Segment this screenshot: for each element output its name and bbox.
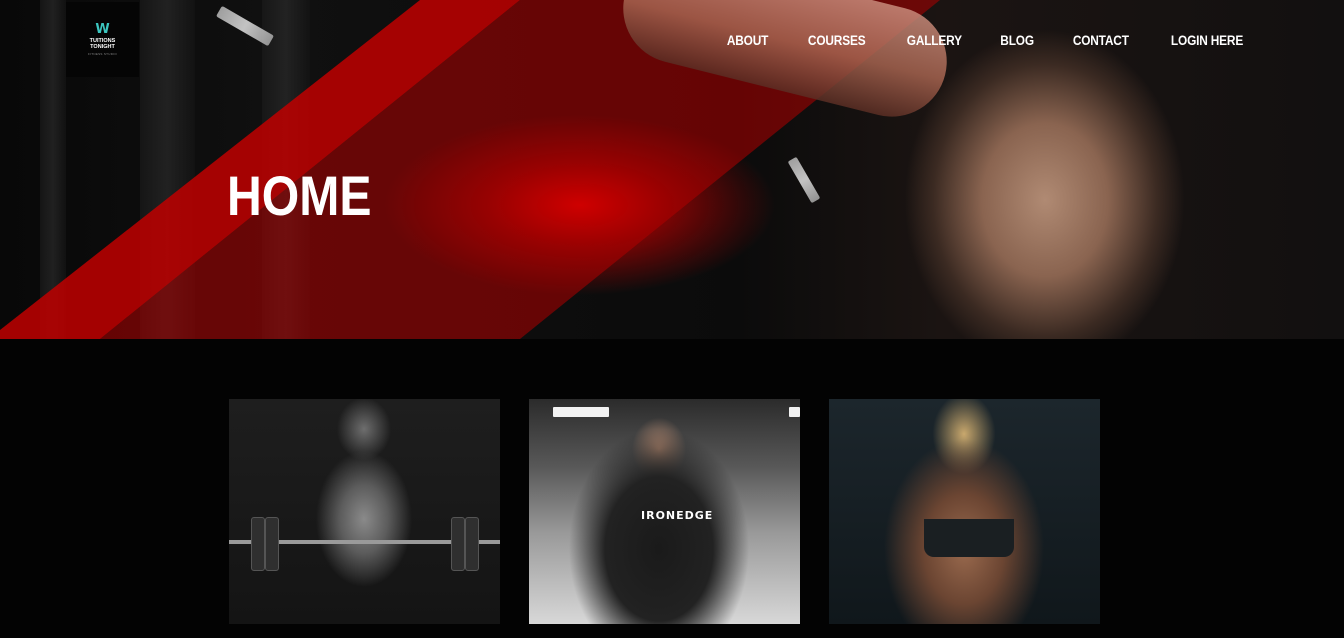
ceiling-light-graphic — [553, 407, 609, 417]
logo-icon: W — [95, 22, 110, 37]
gallery-grid: IRONEDGE — [229, 399, 1100, 624]
nav-item-courses[interactable]: COURSES — [808, 31, 866, 51]
hero-background-light — [787, 156, 821, 204]
shirt-print-text: IRONEDGE — [641, 509, 714, 522]
gallery-image-woman-back[interactable] — [829, 399, 1100, 624]
hero-background-pillar — [140, 0, 195, 339]
sports-bra-graphic — [924, 519, 1014, 557]
nav-item-contact[interactable]: CONTACT — [1073, 31, 1129, 51]
logo-name: TUITIONS TONIGHT — [89, 38, 116, 50]
nav-item-blog[interactable]: BLOG — [1000, 31, 1034, 51]
barbell-plate-graphic — [265, 517, 279, 571]
main-navigation: ABOUT COURSES GALLERY BLOG CONTACT LOGIN… — [691, 31, 1248, 51]
nav-item-gallery[interactable]: GALLERY — [906, 31, 961, 51]
site-logo[interactable]: W TUITIONS TONIGHT FITNESS STUDIO — [66, 2, 139, 77]
barbell-plate-graphic — [251, 517, 265, 571]
ceiling-light-graphic — [789, 407, 800, 417]
gallery-image-athlete-wrist-wraps[interactable]: IRONEDGE — [529, 399, 800, 624]
logo-tagline: FITNESS STUDIO — [87, 52, 118, 56]
barbell-plate-graphic — [465, 517, 479, 571]
gallery-image-bodybuilder-barbell[interactable] — [229, 399, 500, 624]
nav-item-about[interactable]: ABOUT — [727, 31, 769, 51]
barbell-plate-graphic — [451, 517, 465, 571]
hero-background-pillar — [40, 0, 66, 339]
hero-banner: W TUITIONS TONIGHT FITNESS STUDIO ABOUT … — [0, 0, 1344, 339]
nav-item-login[interactable]: LOGIN HERE — [1171, 31, 1243, 51]
page-title: HOME — [227, 164, 372, 227]
